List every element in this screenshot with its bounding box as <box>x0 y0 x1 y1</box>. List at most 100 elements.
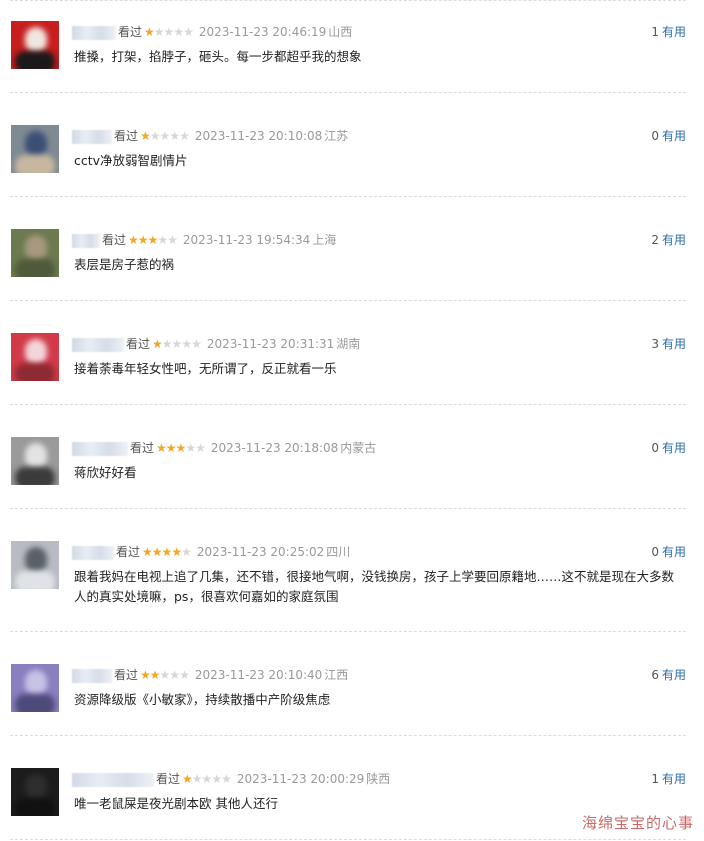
star-empty-icon: ★ <box>183 25 194 39</box>
comment-divider <box>10 404 686 405</box>
avatar[interactable] <box>11 229 59 277</box>
star-empty-icon: ★ <box>159 668 171 682</box>
avatar[interactable] <box>11 437 59 485</box>
comment-meta: 看过 ★★★★★ 2023-11-23 20:10:40 江西 <box>72 665 348 685</box>
username-blurred[interactable] <box>72 233 100 248</box>
useful-count: 0 <box>651 441 659 455</box>
useful-button[interactable]: 有用 <box>662 25 686 39</box>
star-filled-icon: ★ <box>128 233 139 247</box>
comment-text: cctv净放弱智剧情片 <box>74 153 188 168</box>
comment-time: 2023-11-23 20:10:08 <box>194 129 323 143</box>
rating-stars: ★★★★★ <box>144 22 194 42</box>
star-filled-icon: ★ <box>175 441 187 455</box>
username-blurred[interactable] <box>72 25 116 40</box>
comment-text: 接着荼毒年轻女性吧，无所谓了，反正就看一乐 <box>74 361 337 376</box>
star-filled-icon: ★ <box>182 772 193 786</box>
rating-stars: ★★★★★ <box>152 334 202 354</box>
star-filled-icon: ★ <box>152 337 163 351</box>
comment-location: 江苏 <box>324 129 349 143</box>
comment-time: 2023-11-23 20:46:19 <box>198 25 327 39</box>
avatar[interactable] <box>11 333 59 381</box>
star-empty-icon: ★ <box>179 129 190 143</box>
star-empty-icon: ★ <box>211 772 222 786</box>
comment-divider <box>10 92 686 93</box>
useful-button[interactable]: 有用 <box>662 441 686 455</box>
comment-meta: 看过 ★★★★★ 2023-11-23 19:54:34 上海 <box>72 230 336 250</box>
avatar[interactable] <box>11 125 59 173</box>
star-empty-icon: ★ <box>167 233 178 247</box>
username-blurred[interactable] <box>72 441 128 456</box>
useful-vote[interactable]: 2 有用 <box>651 230 686 250</box>
username-blurred[interactable] <box>72 668 112 683</box>
watched-label: 看过 <box>126 337 151 351</box>
avatar[interactable] <box>11 541 59 589</box>
comment-divider <box>10 0 686 1</box>
comment-divider <box>10 508 686 509</box>
comment-divider <box>10 839 686 840</box>
useful-count: 3 <box>651 337 659 351</box>
comment-text: 资源降级版《小敏家》，持续散播中产阶级焦虑 <box>74 692 331 707</box>
useful-vote[interactable]: 6 有用 <box>651 665 686 685</box>
username-blurred[interactable] <box>72 129 112 144</box>
comment-time: 2023-11-23 20:18:08 <box>210 441 339 455</box>
star-empty-icon: ★ <box>181 545 192 559</box>
useful-button[interactable]: 有用 <box>662 668 686 682</box>
useful-count: 0 <box>651 129 659 143</box>
rating-stars: ★★★★★ <box>128 230 178 250</box>
comment-text: 蒋欣好好看 <box>74 465 137 480</box>
useful-button[interactable]: 有用 <box>662 545 686 559</box>
star-filled-icon: ★ <box>144 25 155 39</box>
rating-stars: ★★★★★ <box>156 438 206 458</box>
useful-count: 0 <box>651 545 659 559</box>
star-filled-icon: ★ <box>147 233 159 247</box>
useful-button[interactable]: 有用 <box>662 337 686 351</box>
username-blurred[interactable] <box>72 772 154 787</box>
useful-vote[interactable]: 1 有用 <box>651 22 686 42</box>
useful-vote[interactable]: 0 有用 <box>651 542 686 562</box>
star-empty-icon: ★ <box>171 337 183 351</box>
star-empty-icon: ★ <box>173 25 184 39</box>
rating-stars: ★★★★★ <box>140 126 190 146</box>
watermark: 海绵宝宝的心事 <box>581 814 694 832</box>
comment-time: 2023-11-23 20:25:02 <box>196 545 325 559</box>
comment-meta: 看过 ★★★★★ 2023-11-23 20:46:19 山西 <box>72 22 352 42</box>
comment-text: 推搡，打架，掐脖子，砸头。每一步都超乎我的想象 <box>74 49 362 64</box>
useful-vote[interactable]: 1 有用 <box>651 769 686 789</box>
avatar[interactable] <box>11 21 59 69</box>
star-empty-icon: ★ <box>191 772 203 786</box>
username-blurred[interactable] <box>72 337 124 352</box>
comment-meta: 看过 ★★★★★ 2023-11-23 20:18:08 内蒙古 <box>72 438 376 458</box>
avatar[interactable] <box>11 664 59 712</box>
comment-meta: 看过 ★★★★★ 2023-11-23 20:25:02 四川 <box>72 542 350 562</box>
star-empty-icon: ★ <box>169 668 180 682</box>
star-empty-icon: ★ <box>169 129 180 143</box>
useful-button[interactable]: 有用 <box>662 233 686 247</box>
comment-text: 唯一老鼠屎是夜光剧本欧 其他人还行 <box>74 796 278 811</box>
comment-location: 江西 <box>324 668 349 682</box>
useful-count: 6 <box>651 668 659 682</box>
username-blurred[interactable] <box>72 545 114 560</box>
star-filled-icon: ★ <box>165 441 177 455</box>
comment-location: 内蒙古 <box>340 441 377 455</box>
comment-location: 湖南 <box>336 337 361 351</box>
useful-vote[interactable]: 3 有用 <box>651 334 686 354</box>
useful-vote[interactable]: 0 有用 <box>651 438 686 458</box>
comment-location: 四川 <box>326 545 351 559</box>
comment-text: 表层是房子惹的祸 <box>74 257 175 272</box>
comment-meta: 看过 ★★★★★ 2023-11-23 20:10:08 江苏 <box>72 126 348 146</box>
star-filled-icon: ★ <box>142 545 153 559</box>
comment-divider <box>10 196 686 197</box>
star-empty-icon: ★ <box>149 129 161 143</box>
comment-location: 陕西 <box>366 772 391 786</box>
star-empty-icon: ★ <box>161 337 173 351</box>
avatar[interactable] <box>11 768 59 816</box>
star-filled-icon: ★ <box>137 233 149 247</box>
useful-vote[interactable]: 0 有用 <box>651 126 686 146</box>
comment-time: 2023-11-23 20:31:31 <box>206 337 335 351</box>
star-empty-icon: ★ <box>201 772 213 786</box>
useful-button[interactable]: 有用 <box>662 772 686 786</box>
star-empty-icon: ★ <box>159 129 171 143</box>
star-empty-icon: ★ <box>179 668 190 682</box>
useful-button[interactable]: 有用 <box>662 129 686 143</box>
star-filled-icon: ★ <box>140 668 151 682</box>
